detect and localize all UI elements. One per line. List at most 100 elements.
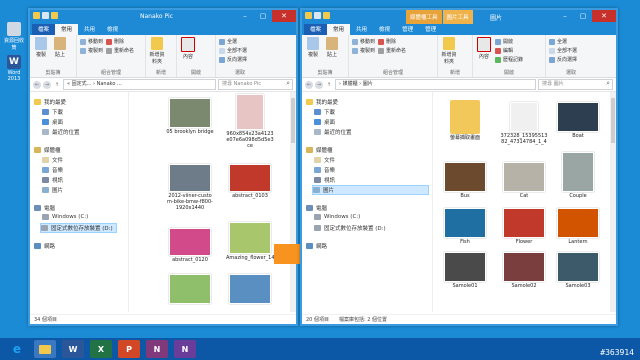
move-to-button[interactable]: 移動到 xyxy=(80,38,103,45)
tab-home[interactable]: 常用 xyxy=(55,24,79,35)
onenote-icon[interactable]: N xyxy=(146,340,168,358)
word-icon[interactable]: W xyxy=(62,340,84,358)
minimize-button[interactable]: – xyxy=(236,10,254,22)
back-button[interactable]: ← xyxy=(305,80,313,89)
address-bar[interactable]: › 媒體櫃 › 圖片 xyxy=(335,79,536,90)
properties-icon[interactable] xyxy=(314,12,321,19)
forward-button[interactable]: → xyxy=(43,80,51,89)
select-none-button[interactable]: 全部不選 xyxy=(549,47,577,54)
desktop-icon-word[interactable]: W Word 2013 xyxy=(3,55,25,82)
picture-item[interactable]: Lantern xyxy=(554,208,602,245)
invert-selection-button[interactable]: 反向選擇 xyxy=(549,56,577,63)
explorer-icon[interactable] xyxy=(34,340,56,358)
picture-item[interactable]: Boat xyxy=(554,102,602,139)
tab-share[interactable]: 共用 xyxy=(350,24,373,35)
picture-item[interactable]: Fish xyxy=(442,208,488,245)
nav-recent[interactable]: 最近的位置 xyxy=(314,128,352,136)
select-all-button[interactable]: 全選 xyxy=(549,38,577,45)
thumbnail-item[interactable]: abstract_0120 xyxy=(166,228,214,263)
select-none-button[interactable]: 全部不選 xyxy=(219,47,247,54)
tab-file[interactable]: 檔案 xyxy=(32,24,56,35)
invert-selection-button[interactable]: 反向選擇 xyxy=(219,56,247,63)
edit-button[interactable]: 編輯 xyxy=(495,47,523,54)
rename-button[interactable]: 重新命名 xyxy=(106,47,134,54)
back-button[interactable]: ← xyxy=(33,80,41,89)
new-folder-icon[interactable] xyxy=(323,12,330,19)
nav-drive-c[interactable]: Windows (C:) xyxy=(314,214,360,220)
nav-libraries[interactable]: 媒體櫃 xyxy=(34,146,61,154)
select-all-button[interactable]: 全選 xyxy=(219,38,247,45)
nav-downloads[interactable]: 下載 xyxy=(42,108,63,116)
open-button[interactable]: 開啟 xyxy=(495,38,523,45)
thumbnail-item[interactable]: abstract_0103 xyxy=(226,164,274,199)
search-input[interactable]: 搜尋 Nanako Pic xyxy=(218,79,293,90)
nav-documents[interactable]: 文件 xyxy=(314,156,335,164)
nav-documents[interactable]: 文件 xyxy=(42,156,63,164)
new-folder-button[interactable]: 新增資料夾 xyxy=(149,37,165,69)
address-bar[interactable]: « 固定式... › Nanako ... xyxy=(63,79,216,90)
picture-item[interactable]: Bus xyxy=(442,162,488,199)
picture-item[interactable]: Samole03 xyxy=(554,252,602,289)
move-to-button[interactable]: 移動到 xyxy=(352,38,375,45)
nav-pictures[interactable]: 圖片 xyxy=(42,186,63,194)
nav-libraries[interactable]: 媒體櫃 xyxy=(306,146,333,154)
thumbnail-item[interactable]: 05 brooklyn bridge xyxy=(166,98,214,135)
title-bar[interactable]: Nanako Pic – ▢ ✕ xyxy=(30,10,296,24)
context-tab-library-tools[interactable]: 媒體櫃工具 xyxy=(406,10,442,24)
close-button[interactable]: ✕ xyxy=(592,10,616,22)
forward-button[interactable]: → xyxy=(315,80,323,89)
ie-icon[interactable]: e xyxy=(6,340,28,358)
nav-pictures[interactable]: 圖片 xyxy=(312,185,429,195)
folder-icon[interactable] xyxy=(33,12,40,19)
tab-view[interactable]: 檢視 xyxy=(101,24,124,35)
delete-button[interactable]: 刪除 xyxy=(106,38,134,45)
copy-button[interactable]: 複製 xyxy=(33,37,49,69)
copy-to-button[interactable]: 複製到 xyxy=(80,47,103,54)
title-bar[interactable]: 媒體櫃工具 圖片工具 圖片 – ▢ ✕ xyxy=(302,10,616,24)
nav-music[interactable]: 音樂 xyxy=(42,166,63,174)
vertical-scrollbar[interactable] xyxy=(610,92,616,312)
nav-network[interactable]: 網路 xyxy=(34,242,55,250)
paste-button[interactable]: 貼上 xyxy=(324,37,340,69)
desktop-icon-recycle-bin[interactable]: 資源回收筒 xyxy=(3,22,25,51)
nav-computer[interactable]: 電腦 xyxy=(306,204,327,212)
nav-desktop[interactable]: 桌面 xyxy=(314,118,335,126)
thumbnail-item[interactable] xyxy=(226,274,274,305)
maximize-button[interactable]: ▢ xyxy=(574,10,592,22)
thumbnail-item[interactable] xyxy=(166,274,214,305)
scrollbar-thumb[interactable] xyxy=(611,98,615,143)
copy-button[interactable]: 複製 xyxy=(305,37,321,69)
nav-drive-d[interactable]: 固定式數位存放裝置 (D:) xyxy=(40,223,117,233)
picture-item[interactable]: Flower xyxy=(500,208,548,245)
up-button[interactable]: ↑ xyxy=(53,81,61,89)
properties-icon[interactable] xyxy=(42,12,49,19)
scrollbar-thumb[interactable] xyxy=(291,98,295,143)
picture-item[interactable]: 372328_1539551382_47314784_1_4 xyxy=(500,102,548,145)
tab-manage-picture[interactable]: 管理 xyxy=(419,24,442,35)
up-button[interactable]: ↑ xyxy=(325,81,333,89)
folder-icon[interactable] xyxy=(305,12,312,19)
thumbnail-item[interactable]: 960x854x23a4123e07e6a098d5d5e3ce xyxy=(226,94,274,149)
new-folder-icon[interactable] xyxy=(51,12,58,19)
nav-videos[interactable]: 視訊 xyxy=(42,176,63,184)
excel-icon[interactable]: X xyxy=(90,340,112,358)
explorer-window-left[interactable]: Nanako Pic – ▢ ✕ 檔案 常用 共用 檢視 複製 貼上 剪貼簿 移… xyxy=(28,8,298,326)
nav-music[interactable]: 音樂 xyxy=(314,166,335,174)
thumbnail-item[interactable]: Amazing_flower_14 xyxy=(226,222,275,261)
nav-downloads[interactable]: 下載 xyxy=(314,108,335,116)
properties-button[interactable]: 內容 xyxy=(180,37,196,69)
nav-videos[interactable]: 視訊 xyxy=(314,176,335,184)
onenote2-icon[interactable]: N xyxy=(174,340,196,358)
history-button[interactable]: 歷程記錄 xyxy=(495,56,523,63)
search-input[interactable]: 搜尋 圖片 xyxy=(538,79,613,90)
copy-to-button[interactable]: 複製到 xyxy=(352,47,375,54)
properties-button[interactable]: 內容 xyxy=(476,37,492,69)
close-button[interactable]: ✕ xyxy=(272,10,296,22)
folder-item[interactable]: 螢幕擷取畫面 xyxy=(442,100,488,141)
picture-item[interactable]: Samole01 xyxy=(442,252,488,289)
paste-button[interactable]: 貼上 xyxy=(52,37,68,69)
nav-drive-c[interactable]: Windows (C:) xyxy=(42,214,88,220)
picture-item[interactable]: Cat xyxy=(500,162,548,199)
nav-favorites[interactable]: 我的最愛 xyxy=(306,98,338,106)
explorer-window-right[interactable]: 媒體櫃工具 圖片工具 圖片 – ▢ ✕ 檔案 常用 共用 檢視 管理 管理 複製… xyxy=(300,8,618,326)
